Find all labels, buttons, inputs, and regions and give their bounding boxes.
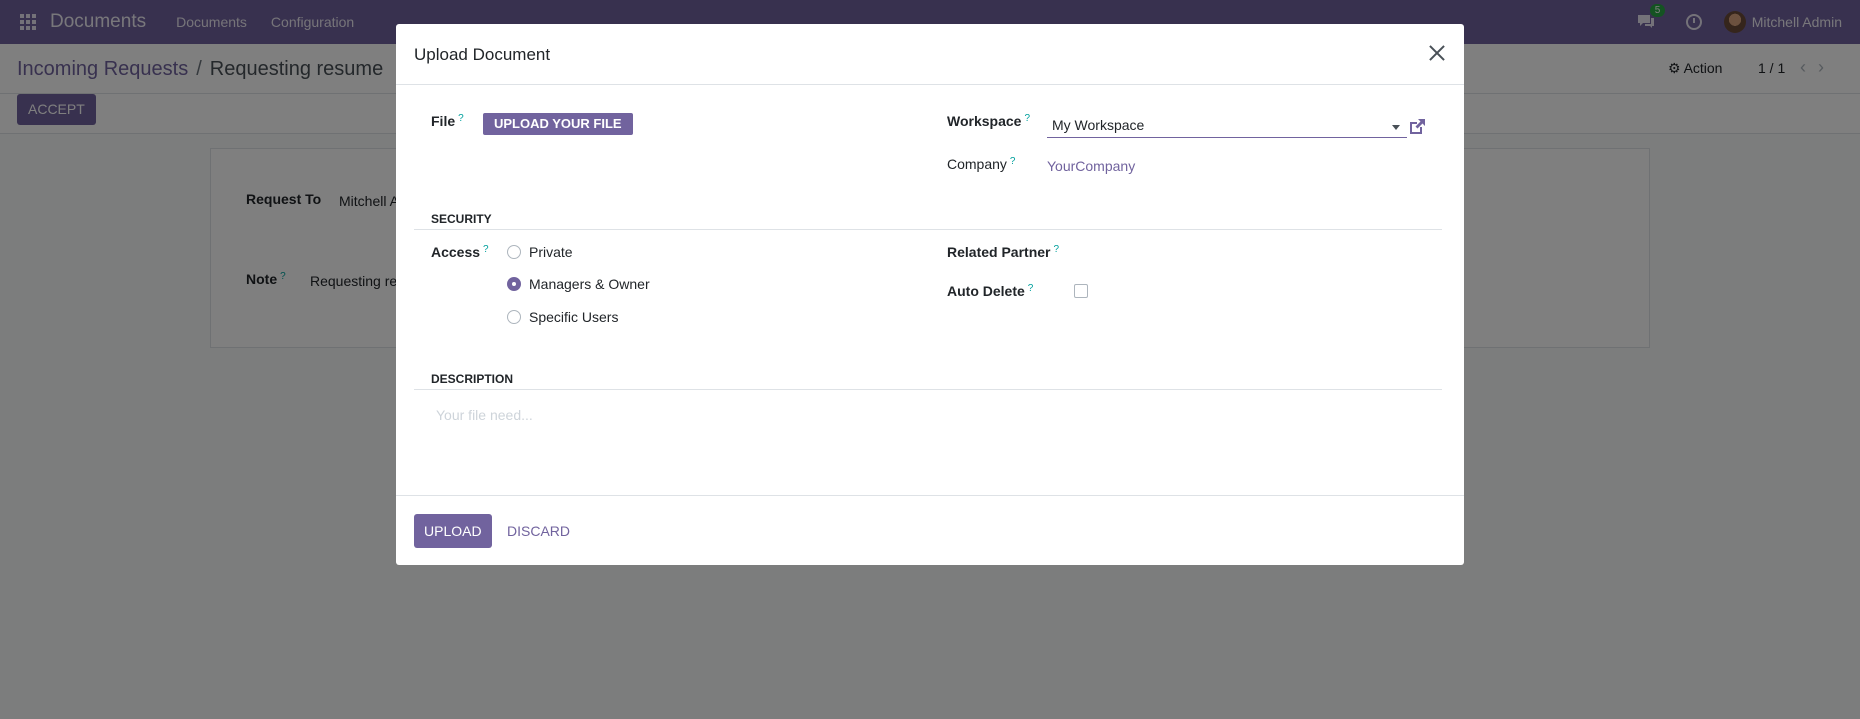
help-icon: ? [483,244,489,255]
external-link-icon[interactable] [1407,117,1427,137]
security-section-title: SECURITY [431,212,492,226]
workspace-input[interactable]: My Workspace [1047,114,1407,138]
close-icon[interactable] [1428,44,1446,62]
help-icon: ? [1027,283,1034,294]
upload-button[interactable]: UPLOAD [414,514,492,548]
description-section-title: DESCRIPTION [431,372,514,386]
dropdown-caret-icon[interactable] [1392,125,1400,130]
dialog-header: Upload Document [396,24,1464,85]
help-icon: ? [1009,156,1016,167]
upload-your-file-button[interactable]: UPLOAD YOUR FILE [483,113,633,135]
access-option-private[interactable]: Private [507,244,573,260]
description-input[interactable]: Your file need... [436,407,533,423]
access-option-specific-users[interactable]: Specific Users [507,309,618,325]
dialog-footer: UPLOAD DISCARD [396,495,1464,565]
dialog-title: Upload Document [414,45,551,64]
access-option-managers-owner[interactable]: Managers & Owner [507,276,650,292]
auto-delete-checkbox[interactable] [1074,284,1088,298]
help-icon: ? [1024,113,1031,124]
section-divider [414,389,1442,390]
help-icon: ? [1053,244,1060,255]
workspace-label: Workspace? [947,113,1031,129]
section-divider [414,229,1442,230]
access-label: Access? [431,244,489,260]
radio-private[interactable] [507,245,521,259]
file-label: File? [431,113,464,129]
company-value[interactable]: YourCompany [1047,158,1135,174]
help-icon: ? [458,113,464,124]
auto-delete-label: Auto Delete? [947,283,1034,299]
related-partner-label: Related Partner? [947,244,1060,260]
company-label: Company? [947,156,1016,172]
upload-document-dialog: Upload Document File? UPLOAD YOUR FILE W… [396,24,1464,565]
radio-managers-owner[interactable] [507,277,521,291]
discard-button[interactable]: DISCARD [503,514,574,548]
radio-specific-users[interactable] [507,310,521,324]
